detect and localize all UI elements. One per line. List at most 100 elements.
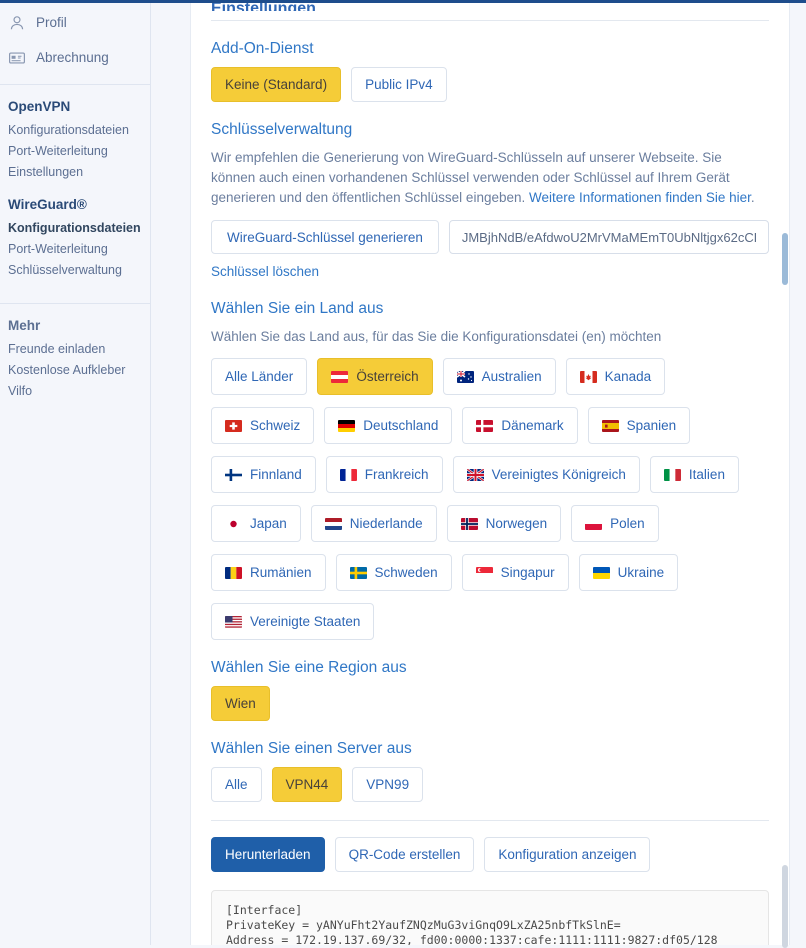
country-option-alle-l-nder[interactable]: Alle Länder (211, 358, 308, 395)
country-grid: Alle Länder Österreich Australien Kanada Sch… (211, 358, 771, 640)
country-option-label: Japan (250, 516, 287, 531)
sidebar-link-vilfo[interactable]: Vilfo (0, 381, 150, 402)
country-option-label: Schweiz (250, 418, 301, 433)
sidebar-group-mehr-title: Mehr (8, 318, 41, 333)
keys-description-end: . (750, 190, 755, 205)
download-button[interactable]: Herunterladen (211, 837, 325, 872)
country-option-label: Vereinigtes Königreich (491, 467, 626, 482)
show-configuration-button[interactable]: Konfiguration anzeigen (484, 837, 651, 872)
country-option-polen[interactable]: Polen (571, 505, 659, 542)
country-option-frankreich[interactable]: Frankreich (325, 456, 443, 493)
country-option-label: Schweden (374, 565, 438, 580)
flag-es-icon (601, 419, 619, 432)
header-divider (211, 20, 769, 21)
country-option-kanada[interactable]: Kanada (565, 358, 666, 395)
flag-it-icon (663, 468, 681, 481)
sidebar-item-profil[interactable]: Profil (0, 5, 150, 40)
country-option-label: Vereinigte Staaten (250, 614, 361, 629)
country-section-description: Wählen Sie das Land aus, für das Sie die… (211, 329, 662, 344)
country-option-italien[interactable]: Italien (649, 456, 739, 493)
flag-ch-icon (225, 419, 242, 432)
country-option-schweiz[interactable]: Schweiz (211, 407, 315, 444)
region-option-wien[interactable]: Wien (211, 686, 270, 721)
flag-ua-icon (592, 566, 610, 579)
addon-option-keine[interactable]: Keine (Standard) (211, 67, 342, 102)
country-option-rum-nien[interactable]: Rumänien (211, 554, 326, 591)
country-option-label: Kanada (604, 369, 652, 384)
delete-key-link[interactable]: Schlüssel löschen (211, 264, 319, 279)
server-options: Alle VPN44 VPN99 (211, 767, 769, 802)
country-option-vereinigte-staaten[interactable]: Vereinigte Staaten (211, 603, 375, 640)
country-option-deutschland[interactable]: Deutschland (324, 407, 453, 444)
flag-de-icon (338, 419, 356, 432)
country-option-label: Rumänien (250, 565, 312, 580)
sidebar-item-label: Abrechnung (36, 50, 109, 65)
flag-gb-icon (466, 468, 484, 481)
country-option-label: Singapur (500, 565, 555, 580)
flag-fi-icon (225, 468, 242, 481)
flag-au-icon (456, 370, 474, 383)
sidebar-link-wireguard-konfigurationsdateien[interactable]: Konfigurationsdateien (0, 218, 150, 239)
flag-nl-icon (324, 517, 342, 530)
country-option-singapur[interactable]: Singapur (461, 554, 569, 591)
scrollbar-thumb-secondary[interactable] (782, 865, 788, 948)
key-management-row: WireGuard-Schlüssel generieren (211, 220, 769, 254)
country-option-label: Spanien (626, 418, 677, 433)
flag-ro-icon (225, 566, 242, 579)
sidebar-item-abrechnung[interactable]: Abrechnung (0, 40, 150, 75)
country-option-label: Alle Länder (225, 369, 294, 384)
keys-section-title: Schlüsselverwaltung (211, 121, 353, 138)
sidebar-link-wireguard-schluesselverwaltung[interactable]: Schlüsselverwaltung (0, 260, 150, 281)
generate-wireguard-key-button[interactable]: WireGuard-Schlüssel generieren (211, 220, 439, 254)
country-option-label: Norwegen (485, 516, 548, 531)
country-option-label: Niederlande (349, 516, 423, 531)
flag-se-icon (349, 566, 367, 579)
addon-options: Keine (Standard) Public IPv4 (211, 67, 769, 102)
sidebar-link-openvpn-einstellungen[interactable]: Einstellungen (0, 162, 150, 183)
server-section-title: Wählen Sie einen Server aus (211, 740, 412, 757)
sidebar-link-openvpn-port-weiterleitung[interactable]: Port-Weiterleitung (0, 141, 150, 162)
country-option-d-nemark[interactable]: Dänemark (462, 407, 578, 444)
sidebar-link-kostenlose-aufkleber[interactable]: Kostenlose Aufkleber (0, 360, 150, 381)
flag-ca-icon (579, 370, 597, 383)
sidebar-group-openvpn-title: OpenVPN (8, 99, 71, 114)
country-option-niederlande[interactable]: Niederlande (310, 505, 437, 542)
region-options: Wien (211, 686, 769, 721)
flag-fr-icon (339, 468, 357, 481)
flag-jp-icon (225, 517, 242, 530)
addon-option-public-ipv4[interactable]: Public IPv4 (351, 67, 447, 102)
country-option-finnland[interactable]: Finnland (211, 456, 316, 493)
main-scrollbar[interactable] (781, 3, 790, 948)
server-option-vpn44[interactable]: VPN44 (271, 767, 343, 802)
sidebar-link-openvpn-konfigurationsdateien[interactable]: Konfigurationsdateien (0, 120, 150, 141)
flag-no-icon (460, 517, 478, 530)
country-option-spanien[interactable]: Spanien (587, 407, 691, 444)
user-icon (8, 14, 26, 32)
country-option-label: Ukraine (617, 565, 665, 580)
country-option-australien[interactable]: Australien (442, 358, 556, 395)
create-qr-code-button[interactable]: QR-Code erstellen (334, 837, 475, 872)
country-option-label: Italien (688, 467, 725, 482)
flag-dk-icon (476, 419, 494, 432)
country-option-label: Australien (481, 369, 542, 384)
sidebar-group-wireguard-title: WireGuard® (8, 197, 87, 212)
server-option-vpn99[interactable]: VPN99 (352, 767, 424, 802)
country-option-schweden[interactable]: Schweden (335, 554, 452, 591)
country-option-norwegen[interactable]: Norwegen (446, 505, 562, 542)
sidebar-link-wireguard-port-weiterleitung[interactable]: Port-Weiterleitung (0, 239, 150, 260)
country-option-vereinigtes-k-nigreich[interactable]: Vereinigtes Königreich (452, 456, 640, 493)
wireguard-public-key-input[interactable] (448, 220, 769, 254)
country-option-ukraine[interactable]: Ukraine (578, 554, 679, 591)
country-option-label: Dänemark (501, 418, 564, 433)
country-option-label: Finnland (250, 467, 302, 482)
keys-more-info-link[interactable]: Weitere Informationen finden Sie hier (529, 190, 751, 205)
main-content: Einstellungen Add-On-Dienst Keine (Stand… (190, 3, 790, 945)
country-option-sterreich[interactable]: Österreich (317, 358, 433, 395)
sidebar-link-freunde-einladen[interactable]: Freunde einladen (0, 339, 150, 360)
country-section-title: Wählen Sie ein Land aus (211, 300, 384, 317)
region-section-title: Wählen Sie eine Region aus (211, 659, 407, 676)
scrollbar-thumb[interactable] (782, 233, 788, 285)
country-option-japan[interactable]: Japan (211, 505, 301, 542)
server-option-alle[interactable]: Alle (211, 767, 262, 802)
action-buttons: Herunterladen QR-Code erstellen Konfigur… (211, 837, 769, 872)
